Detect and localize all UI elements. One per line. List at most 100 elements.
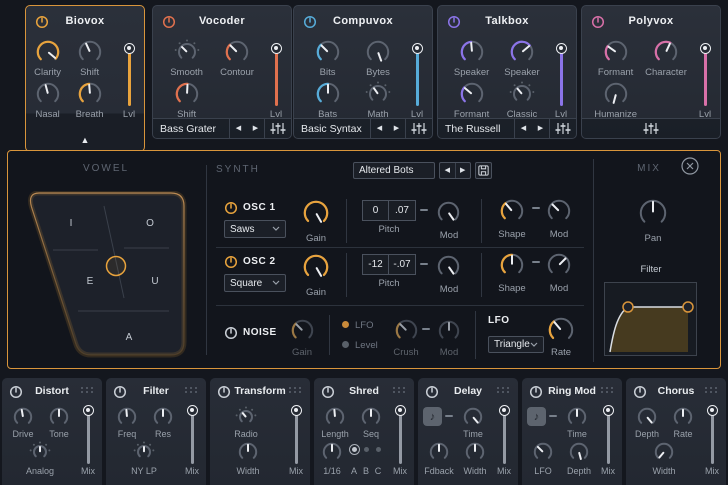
- shape-knob[interactable]: [499, 252, 525, 278]
- lfo-wave-select[interactable]: Triangle: [488, 336, 544, 353]
- mod-knob[interactable]: [437, 319, 461, 343]
- formant-knob[interactable]: [459, 81, 485, 107]
- seq-knob[interactable]: [360, 406, 382, 428]
- module-preset-name[interactable]: Basic Syntax: [294, 123, 370, 135]
- drag-handle-icon[interactable]: [705, 387, 719, 393]
- osc1-power-button[interactable]: [224, 201, 238, 220]
- preset-prev-button[interactable]: ◀: [371, 120, 388, 138]
- smooth-knob[interactable]: [174, 39, 200, 65]
- mix-slider[interactable]: [603, 405, 614, 416]
- lvl-slider[interactable]: [124, 43, 135, 54]
- level-slider-track[interactable]: [560, 48, 563, 106]
- preset-next-button[interactable]: ▶: [247, 120, 264, 138]
- drag-handle-icon[interactable]: [185, 387, 199, 393]
- bats-knob[interactable]: [315, 81, 341, 107]
- osc2-wave-select[interactable]: Square: [224, 274, 286, 292]
- vowel-pad[interactable]: I O E U A: [23, 191, 188, 359]
- osc1-pitch-fine[interactable]: .07: [389, 200, 416, 221]
- clarity-knob[interactable]: [35, 39, 61, 65]
- breath-knob[interactable]: [77, 81, 103, 107]
- note-value-button[interactable]: ♪: [423, 407, 442, 426]
- level-slider-track[interactable]: [416, 48, 419, 106]
- bits-knob[interactable]: [315, 39, 341, 65]
- close-button[interactable]: [680, 156, 700, 176]
- osc2-pitch-fine[interactable]: -.07: [389, 254, 416, 275]
- lvl-slider[interactable]: [700, 43, 711, 54]
- noise-mod-source-level-radio[interactable]: [342, 341, 349, 348]
- rate-knob[interactable]: [672, 406, 694, 428]
- mod-knob[interactable]: [436, 200, 461, 225]
- module-preset-name[interactable]: Bass Grater: [153, 123, 229, 135]
- gain-knob[interactable]: [302, 199, 330, 227]
- level-slider-track[interactable]: [399, 410, 402, 464]
- lvl-slider[interactable]: [271, 43, 282, 54]
- gain-knob[interactable]: [290, 318, 315, 343]
- preset-next-button[interactable]: ▶: [532, 120, 549, 138]
- fx-module-ring-mod[interactable]: Ring Mod♪TimeLFODepthMix: [522, 378, 622, 485]
- module-vocoder[interactable]: VocoderSmoothContourShiftLvlBass Grater◀…: [152, 5, 292, 139]
- math-knob[interactable]: [365, 81, 391, 107]
- synth-preset-select[interactable]: Altered Bots: [353, 162, 435, 179]
- lvl-slider[interactable]: [556, 43, 567, 54]
- lfo-knob[interactable]: [532, 441, 554, 463]
- noise-mod-source-lfo-radio[interactable]: [342, 321, 349, 328]
- depth-knob[interactable]: [568, 441, 590, 463]
- crush-knob[interactable]: [394, 318, 419, 343]
- note-value-button[interactable]: ♪: [527, 407, 546, 426]
- lvl-slider[interactable]: [412, 43, 423, 54]
- module-mixer-button[interactable]: [550, 122, 576, 135]
- level-slider-track[interactable]: [711, 410, 714, 464]
- time-knob[interactable]: [566, 406, 588, 428]
- level-slider-track[interactable]: [704, 48, 707, 106]
- 1-16-knob[interactable]: [321, 441, 343, 463]
- mix-slider[interactable]: [707, 405, 718, 416]
- fx-module-chorus[interactable]: ChorusDepthRateWidthMix: [626, 378, 726, 485]
- mod-knob[interactable]: [546, 198, 572, 224]
- mix-slider[interactable]: [83, 405, 94, 416]
- module-mixer-button[interactable]: [638, 122, 664, 135]
- osc1-pitch-semitones[interactable]: 0: [362, 200, 389, 221]
- shred-pattern-c-radio[interactable]: [376, 447, 381, 452]
- level-slider-track[interactable]: [295, 410, 298, 464]
- level-slider-track[interactable]: [87, 410, 90, 464]
- mod-knob[interactable]: [436, 200, 461, 225]
- shred-pattern-b-radio[interactable]: [364, 447, 369, 452]
- contour-knob[interactable]: [224, 39, 250, 65]
- mix-slider[interactable]: [291, 405, 302, 416]
- crush-knob[interactable]: [394, 318, 419, 343]
- length-knob[interactable]: [324, 406, 346, 428]
- speaker-knob[interactable]: [459, 39, 485, 65]
- osc1-wave-select[interactable]: Saws: [224, 220, 286, 238]
- filter-node-low[interactable]: [623, 302, 633, 312]
- tone-knob[interactable]: [48, 406, 70, 428]
- level-slider-track[interactable]: [128, 48, 131, 106]
- analog-knob[interactable]: [29, 441, 51, 463]
- width-knob[interactable]: [237, 441, 259, 463]
- mod-knob[interactable]: [546, 252, 572, 278]
- drag-handle-icon[interactable]: [81, 387, 95, 393]
- module-mixer-button[interactable]: [265, 122, 291, 135]
- rate-knob[interactable]: [547, 316, 575, 344]
- gain-knob[interactable]: [302, 253, 330, 281]
- pan-knob[interactable]: [638, 198, 668, 228]
- osc2-power-button[interactable]: [224, 255, 238, 274]
- preset-next-button[interactable]: ▶: [455, 163, 470, 178]
- shred-pattern-a-radio[interactable]: [349, 444, 360, 455]
- pan-knob[interactable]: [638, 198, 668, 228]
- ny-lp-knob[interactable]: [133, 441, 155, 463]
- module-mixer-button[interactable]: [406, 122, 432, 135]
- preset-save-button[interactable]: [475, 162, 492, 179]
- gain-knob[interactable]: [302, 253, 330, 281]
- module-polyvox[interactable]: PolyvoxFormantCharacterHumanizeLvl: [581, 5, 721, 139]
- classic-knob[interactable]: [509, 81, 535, 107]
- character-knob[interactable]: [653, 39, 679, 65]
- depth-knob[interactable]: [636, 406, 658, 428]
- drive-knob[interactable]: [12, 406, 34, 428]
- mix-slider[interactable]: [187, 405, 198, 416]
- level-slider-track[interactable]: [503, 410, 506, 464]
- shift-knob[interactable]: [174, 81, 200, 107]
- shift-knob[interactable]: [77, 39, 103, 65]
- fx-module-shred[interactable]: ShredLengthSeq1/16ABCMix: [314, 378, 414, 485]
- level-slider-track[interactable]: [607, 410, 610, 464]
- level-slider-track[interactable]: [191, 410, 194, 464]
